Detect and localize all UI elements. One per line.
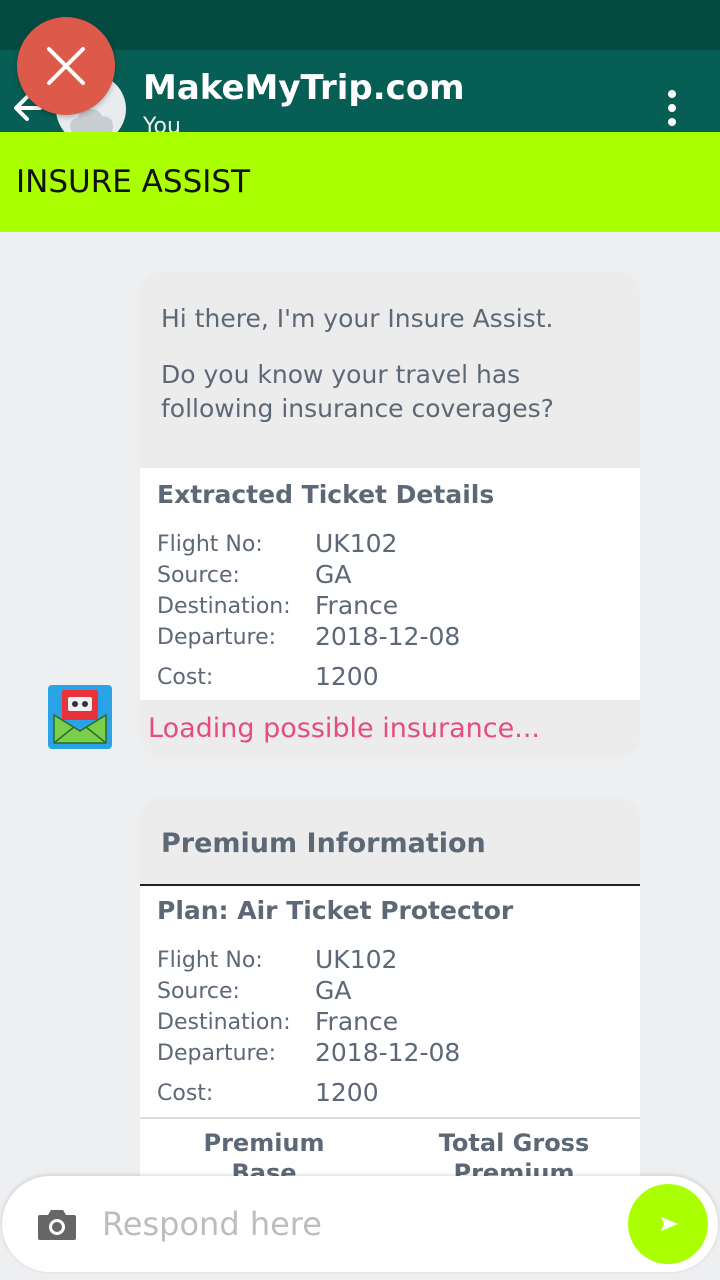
close-icon xyxy=(47,47,85,85)
detail-row-destination: Destination: France xyxy=(157,591,627,625)
insure-message-card: Hi there, I'm your Insure Assist. Do you… xyxy=(140,272,640,757)
detail-label: Destination: xyxy=(157,594,291,619)
divider xyxy=(140,1117,640,1119)
detail-row-flight: Flight No: UK102 xyxy=(157,945,627,979)
send-button[interactable] xyxy=(628,1184,708,1264)
detail-row-departure: Departure: 2018-12-08 xyxy=(157,1038,627,1072)
detail-label: Flight No: xyxy=(157,532,263,557)
premium-base-header: Premium Base xyxy=(203,1129,325,1177)
banner-title: INSURE ASSIST xyxy=(16,164,250,200)
total-gross-premium-header: Total Gross Premium xyxy=(438,1129,590,1177)
detail-label: Flight No: xyxy=(157,948,263,973)
detail-row-cost: Cost: 1200 xyxy=(157,662,627,696)
detail-value: UK102 xyxy=(315,529,398,558)
detail-row-source: Source: GA xyxy=(157,976,627,1010)
detail-value: 2018-12-08 xyxy=(315,1038,461,1067)
detail-value: France xyxy=(315,1007,399,1036)
detail-value: GA xyxy=(315,976,352,1005)
bot-mail-icon xyxy=(48,685,112,749)
contact-name[interactable]: MakeMyTrip.com xyxy=(143,68,465,108)
send-icon xyxy=(661,1217,678,1231)
detail-label: Destination: xyxy=(157,1010,291,1035)
question-text: Do you know your travel has following in… xyxy=(161,360,554,423)
detail-value: France xyxy=(315,591,399,620)
close-button[interactable] xyxy=(17,17,115,115)
loading-status: Loading possible insurance... xyxy=(148,713,540,744)
detail-row-destination: Destination: France xyxy=(157,1007,627,1041)
detail-value: 1200 xyxy=(315,662,379,691)
plan-title: Plan: Air Ticket Protector xyxy=(157,896,514,925)
premium-message-card: Premium Information Plan: Air Ticket Pro… xyxy=(140,797,640,1177)
detail-row-cost: Cost: 1200 xyxy=(157,1078,627,1112)
detail-label: Departure: xyxy=(157,1041,277,1066)
premium-details-panel: Plan: Air Ticket Protector Flight No: UK… xyxy=(140,884,640,1177)
details-title: Extracted Ticket Details xyxy=(157,480,495,509)
greeting-text: Hi there, I'm your Insure Assist. xyxy=(161,304,554,333)
detail-label: Source: xyxy=(157,979,240,1004)
contact-subtitle: You xyxy=(143,114,181,132)
detail-value: 2018-12-08 xyxy=(315,622,461,651)
detail-label: Cost: xyxy=(157,665,214,690)
premium-title: Premium Information xyxy=(161,828,486,859)
detail-row-source: Source: GA xyxy=(157,560,627,594)
detail-label: Source: xyxy=(157,563,240,588)
detail-value: 1200 xyxy=(315,1078,379,1107)
message-composer xyxy=(2,1176,718,1272)
detail-value: GA xyxy=(315,560,352,589)
detail-row-departure: Departure: 2018-12-08 xyxy=(157,622,627,656)
detail-label: Cost: xyxy=(157,1081,214,1106)
respond-input[interactable] xyxy=(102,1200,602,1248)
detail-label: Departure: xyxy=(157,625,277,650)
detail-row-flight: Flight No: UK102 xyxy=(157,529,627,563)
more-vertical-icon[interactable] xyxy=(662,88,682,128)
detail-value: UK102 xyxy=(315,945,398,974)
camera-icon[interactable] xyxy=(36,1206,78,1242)
ticket-details-panel: Extracted Ticket Details Flight No: UK10… xyxy=(140,468,640,700)
insure-assist-banner: INSURE ASSIST xyxy=(0,132,720,232)
